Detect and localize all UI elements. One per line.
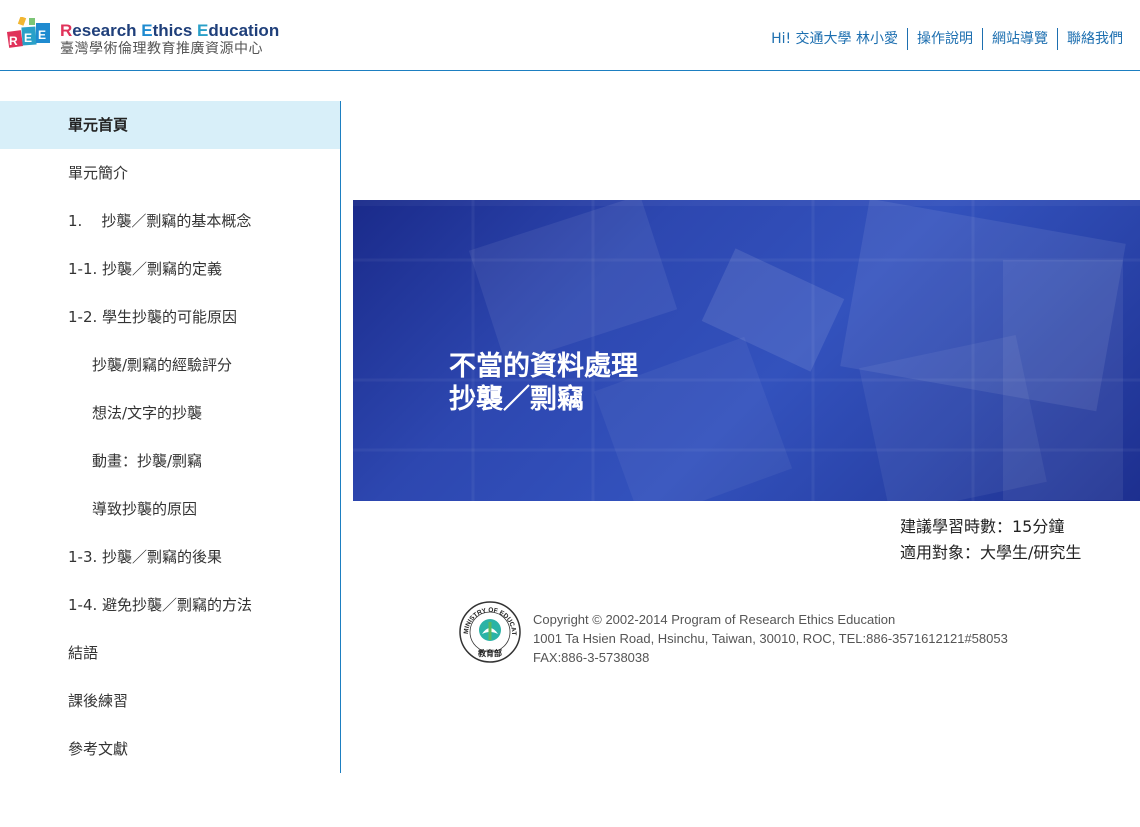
svg-text:R: R bbox=[9, 34, 18, 48]
sidebar-item-references[interactable]: 參考文獻 bbox=[0, 725, 340, 773]
sidebar-item-consequences[interactable]: 1-3. 抄襲／剽竊的後果 bbox=[0, 533, 340, 581]
copyright-line: Copyright © 2002-2014 Program of Researc… bbox=[533, 612, 896, 627]
user-greeting-link[interactable]: Hi! 交通大學 林小愛 bbox=[762, 28, 907, 50]
svg-text:E: E bbox=[24, 31, 32, 45]
sidebar-item-idea-text-plagiarism[interactable]: 想法/文字的抄襲 bbox=[0, 389, 340, 437]
unit-info: 建議學習時數：15分鐘 適用對象：大學生/研究生 bbox=[900, 514, 1081, 566]
banner-title-line2: 抄襲／剽竊 bbox=[449, 384, 584, 415]
logo-title: Research Ethics Education bbox=[60, 21, 279, 41]
sitemap-link[interactable]: 網站導覽 bbox=[982, 28, 1057, 50]
sidebar-item-exercise[interactable]: 課後練習 bbox=[0, 677, 340, 725]
contact-link[interactable]: 聯絡我們 bbox=[1057, 28, 1132, 50]
banner-title-line1: 不當的資料處理 bbox=[449, 351, 638, 382]
fax-line: FAX:886-3-5738038 bbox=[533, 650, 650, 665]
copyright-block: Copyright © 2002-2014 Program of Researc… bbox=[533, 610, 1008, 667]
ministry-of-education-seal: MINISTRY OF EDUCATION 教育部 bbox=[458, 600, 521, 663]
sidebar-item-unit-intro[interactable]: 單元簡介 bbox=[0, 149, 340, 197]
sidebar-nav: 單元首頁 單元簡介 1. 抄襲／剽竊的基本概念 1-1. 抄襲／剽竊的定義 1-… bbox=[0, 101, 341, 773]
logo-title-r: R bbox=[60, 21, 73, 40]
sidebar-item-unit-home[interactable]: 單元首頁 bbox=[0, 101, 340, 149]
sidebar-item-conclusion[interactable]: 結語 bbox=[0, 629, 340, 677]
sidebar-item-possible-reasons[interactable]: 1-2. 學生抄襲的可能原因 bbox=[0, 293, 340, 341]
logo-title-e2: E bbox=[197, 21, 209, 40]
sidebar-item-causes[interactable]: 導致抄襲的原因 bbox=[0, 485, 340, 533]
logo-title-esearch: esearch bbox=[72, 21, 142, 40]
logo-title-thics: thics bbox=[152, 21, 198, 40]
logo-subtitle: 臺灣學術倫理教育推廣資源中心 bbox=[60, 41, 263, 57]
study-duration: 建議學習時數：15分鐘 bbox=[900, 517, 1065, 536]
svg-text:E: E bbox=[38, 28, 46, 42]
sidebar-item-definition[interactable]: 1-1. 抄襲／剽竊的定義 bbox=[0, 245, 340, 293]
logo-text[interactable]: Research Ethics Education 臺灣學術倫理教育推廣資源中心 bbox=[60, 21, 279, 57]
target-audience: 適用對象：大學生/研究生 bbox=[900, 543, 1082, 562]
banner-title: 不當的資料處理 抄襲／剽竊 bbox=[449, 350, 638, 416]
unit-banner: 不當的資料處理 抄襲／剽竊 bbox=[353, 200, 1140, 501]
sidebar-item-experience-score[interactable]: 抄襲/剽竊的經驗評分 bbox=[0, 341, 340, 389]
site-header: R E E Research Ethics Education 臺灣學術倫理教育… bbox=[0, 0, 1140, 71]
sidebar-item-animation[interactable]: 動畫：抄襲/剽竊 bbox=[0, 437, 340, 485]
ree-logo[interactable]: R E E bbox=[5, 17, 55, 59]
guide-link[interactable]: 操作說明 bbox=[907, 28, 982, 50]
top-nav: Hi! 交通大學 林小愛 操作說明 網站導覽 聯絡我們 bbox=[762, 28, 1132, 50]
sidebar-item-avoidance[interactable]: 1-4. 避免抄襲／剽竊的方法 bbox=[0, 581, 340, 629]
sidebar-item-basic-concepts[interactable]: 1. 抄襲／剽竊的基本概念 bbox=[0, 197, 340, 245]
logo-title-ducation: ducation bbox=[208, 21, 280, 40]
logo-title-e1: E bbox=[141, 21, 153, 40]
seal-chinese: 教育部 bbox=[477, 648, 502, 658]
address-line: 1001 Ta Hsien Road, Hsinchu, Taiwan, 300… bbox=[533, 631, 1008, 646]
